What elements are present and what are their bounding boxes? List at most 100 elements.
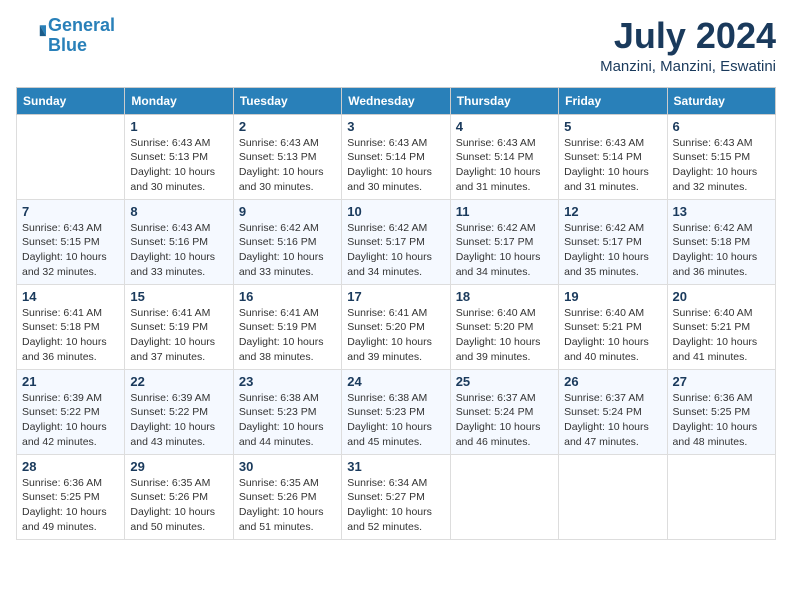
cell-info: Sunrise: 6:40 AMSunset: 5:20 PMDaylight:… (456, 306, 553, 365)
cell-day-number: 14 (22, 289, 119, 304)
logo: General Blue (16, 16, 115, 56)
cell-day-number: 29 (130, 459, 227, 474)
cell-info: Sunrise: 6:43 AMSunset: 5:16 PMDaylight:… (130, 221, 227, 280)
calendar-cell: 15 Sunrise: 6:41 AMSunset: 5:19 PMDayligh… (125, 284, 233, 369)
col-header-monday: Monday (125, 87, 233, 114)
calendar-cell: 16 Sunrise: 6:41 AMSunset: 5:19 PMDayligh… (233, 284, 341, 369)
col-header-saturday: Saturday (667, 87, 775, 114)
cell-day-number: 13 (673, 204, 770, 219)
calendar-cell: 2Sunrise: 6:43 AMSunset: 5:13 PMDaylight… (233, 114, 341, 199)
calendar-cell: 20 Sunrise: 6:40 AMSunset: 5:21 PMDayligh… (667, 284, 775, 369)
calendar-table: SundayMondayTuesdayWednesdayThursdayFrid… (16, 87, 776, 540)
cell-day-number: 12 (564, 204, 661, 219)
cell-info: Sunrise: 6:36 AMSunset: 5:25 PMDaylight:… (673, 391, 770, 450)
cell-info: Sunrise: 6:37 AMSunset: 5:24 PMDaylight:… (456, 391, 553, 450)
calendar-cell: 11 Sunrise: 6:42 AMSunset: 5:17 PMDayligh… (450, 199, 558, 284)
calendar-cell: 19Sunrise: 6:40 AMSunset: 5:21 PMDayligh… (559, 284, 667, 369)
week-row-2: 7Sunrise: 6:43 AMSunset: 5:15 PMDaylight… (17, 199, 776, 284)
calendar-cell: 13 Sunrise: 6:42 AMSunset: 5:18 PMDayligh… (667, 199, 775, 284)
calendar-cell (559, 454, 667, 539)
col-header-wednesday: Wednesday (342, 87, 450, 114)
calendar-cell (450, 454, 558, 539)
title-block: July 2024 Manzini, Manzini, Eswatini (600, 16, 776, 75)
calendar-cell: 17Sunrise: 6:41 AMSunset: 5:20 PMDayligh… (342, 284, 450, 369)
cell-day-number: 16 (239, 289, 336, 304)
cell-info: Sunrise: 6:43 AMSunset: 5:15 PMDaylight:… (22, 221, 119, 280)
calendar-cell: 7Sunrise: 6:43 AMSunset: 5:15 PMDaylight… (17, 199, 125, 284)
cell-day-number: 3 (347, 119, 444, 134)
cell-day-number: 10 (347, 204, 444, 219)
calendar-cell: 5 Sunrise: 6:43 AMSunset: 5:14 PMDaylight… (559, 114, 667, 199)
cell-info: Sunrise: 6:36 AMSunset: 5:25 PMDaylight:… (22, 476, 119, 535)
calendar-cell: 23 Sunrise: 6:38 AMSunset: 5:23 PMDayligh… (233, 369, 341, 454)
week-row-4: 21 Sunrise: 6:39 AMSunset: 5:22 PMDayligh… (17, 369, 776, 454)
calendar-cell: 1 Sunrise: 6:43 AMSunset: 5:13 PMDaylight… (125, 114, 233, 199)
cell-day-number: 31 (347, 459, 444, 474)
cell-info: Sunrise: 6:41 AMSunset: 5:19 PMDaylight:… (239, 306, 336, 365)
cell-info: Sunrise: 6:38 AMSunset: 5:23 PMDaylight:… (239, 391, 336, 450)
cell-day-number: 20 (673, 289, 770, 304)
month-year: July 2024 (600, 16, 776, 56)
cell-info: Sunrise: 6:43 AMSunset: 5:14 PMDaylight:… (564, 136, 661, 195)
calendar-header-row: SundayMondayTuesdayWednesdayThursdayFrid… (17, 87, 776, 114)
cell-day-number: 24 (347, 374, 444, 389)
logo-text: General Blue (48, 16, 115, 56)
cell-day-number: 26 (564, 374, 661, 389)
logo-line1: General (48, 15, 115, 35)
calendar-cell: 28 Sunrise: 6:36 AMSunset: 5:25 PMDayligh… (17, 454, 125, 539)
cell-info: Sunrise: 6:43 AMSunset: 5:13 PMDaylight:… (130, 136, 227, 195)
cell-info: Sunrise: 6:39 AMSunset: 5:22 PMDaylight:… (130, 391, 227, 450)
calendar-cell: 12Sunrise: 6:42 AMSunset: 5:17 PMDayligh… (559, 199, 667, 284)
cell-info: Sunrise: 6:40 AMSunset: 5:21 PMDaylight:… (673, 306, 770, 365)
location: Manzini, Manzini, Eswatini (600, 58, 776, 75)
cell-day-number: 11 (456, 204, 553, 219)
cell-day-number: 18 (456, 289, 553, 304)
cell-info: Sunrise: 6:35 AMSunset: 5:26 PMDaylight:… (130, 476, 227, 535)
cell-info: Sunrise: 6:42 AMSunset: 5:17 PMDaylight:… (347, 221, 444, 280)
cell-info: Sunrise: 6:34 AMSunset: 5:27 PMDaylight:… (347, 476, 444, 535)
calendar-cell: 3Sunrise: 6:43 AMSunset: 5:14 PMDaylight… (342, 114, 450, 199)
cell-day-number: 8 (130, 204, 227, 219)
calendar-cell: 27 Sunrise: 6:36 AMSunset: 5:25 PMDayligh… (667, 369, 775, 454)
cell-info: Sunrise: 6:42 AMSunset: 5:17 PMDaylight:… (456, 221, 553, 280)
logo-line2: Blue (48, 35, 87, 55)
cell-day-number: 21 (22, 374, 119, 389)
cell-day-number: 23 (239, 374, 336, 389)
calendar-cell (667, 454, 775, 539)
week-row-5: 28 Sunrise: 6:36 AMSunset: 5:25 PMDayligh… (17, 454, 776, 539)
cell-info: Sunrise: 6:42 AMSunset: 5:18 PMDaylight:… (673, 221, 770, 280)
col-header-sunday: Sunday (17, 87, 125, 114)
cell-day-number: 28 (22, 459, 119, 474)
cell-day-number: 6 (673, 119, 770, 134)
cell-day-number: 22 (130, 374, 227, 389)
calendar-cell: 4Sunrise: 6:43 AMSunset: 5:14 PMDaylight… (450, 114, 558, 199)
cell-info: Sunrise: 6:41 AMSunset: 5:18 PMDaylight:… (22, 306, 119, 365)
cell-info: Sunrise: 6:37 AMSunset: 5:24 PMDaylight:… (564, 391, 661, 450)
page-header: General Blue July 2024 Manzini, Manzini,… (16, 16, 776, 75)
cell-info: Sunrise: 6:43 AMSunset: 5:15 PMDaylight:… (673, 136, 770, 195)
logo-icon (18, 19, 46, 47)
cell-day-number: 1 (130, 119, 227, 134)
calendar-cell: 26 Sunrise: 6:37 AMSunset: 5:24 PMDayligh… (559, 369, 667, 454)
cell-info: Sunrise: 6:40 AMSunset: 5:21 PMDaylight:… (564, 306, 661, 365)
calendar-cell: 21Sunrise: 6:39 AMSunset: 5:22 PMDayligh… (17, 369, 125, 454)
calendar-cell: 18 Sunrise: 6:40 AMSunset: 5:20 PMDayligh… (450, 284, 558, 369)
cell-day-number: 27 (673, 374, 770, 389)
calendar-cell: 8 Sunrise: 6:43 AMSunset: 5:16 PMDaylight… (125, 199, 233, 284)
cell-info: Sunrise: 6:42 AMSunset: 5:16 PMDaylight:… (239, 221, 336, 280)
cell-info: Sunrise: 6:43 AMSunset: 5:14 PMDaylight:… (456, 136, 553, 195)
cell-day-number: 5 (564, 119, 661, 134)
cell-day-number: 25 (456, 374, 553, 389)
calendar-cell: 29 Sunrise: 6:35 AMSunset: 5:26 PMDayligh… (125, 454, 233, 539)
calendar-cell: 31 Sunrise: 6:34 AMSunset: 5:27 PMDayligh… (342, 454, 450, 539)
cell-info: Sunrise: 6:38 AMSunset: 5:23 PMDaylight:… (347, 391, 444, 450)
calendar-cell (17, 114, 125, 199)
cell-day-number: 15 (130, 289, 227, 304)
calendar-cell: 6 Sunrise: 6:43 AMSunset: 5:15 PMDaylight… (667, 114, 775, 199)
cell-info: Sunrise: 6:41 AMSunset: 5:19 PMDaylight:… (130, 306, 227, 365)
week-row-1: 1 Sunrise: 6:43 AMSunset: 5:13 PMDaylight… (17, 114, 776, 199)
cell-day-number: 30 (239, 459, 336, 474)
col-header-friday: Friday (559, 87, 667, 114)
cell-info: Sunrise: 6:41 AMSunset: 5:20 PMDaylight:… (347, 306, 444, 365)
cell-info: Sunrise: 6:43 AMSunset: 5:13 PMDaylight:… (239, 136, 336, 195)
